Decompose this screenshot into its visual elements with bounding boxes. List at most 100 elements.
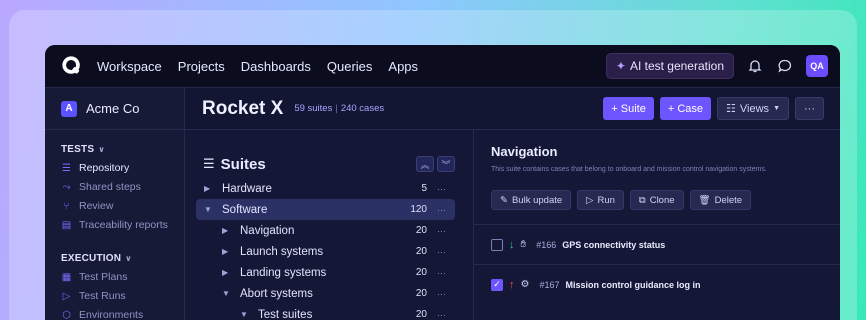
caret-down-icon[interactable]: ▼ [240, 310, 250, 319]
execution-section-header[interactable]: EXECUTION ∨ [45, 235, 184, 268]
suite-tree-item[interactable]: ▼ Abort systems 20 ··· [196, 283, 455, 304]
ai-button-label: AI test generation [629, 59, 724, 73]
caret-right-icon[interactable]: ▶ [222, 247, 232, 256]
nav-projects[interactable]: Projects [178, 59, 225, 74]
tests-header-label: TESTS [61, 144, 95, 155]
bulk-actions: ✎ Bulk update ▷ Run ⧉ Clone 🗑︎ Delete [474, 173, 840, 210]
sidebar-item-environments[interactable]: ⬡ Environments [45, 306, 184, 320]
sidebar-item-label: Traceability reports [79, 219, 168, 231]
ai-test-generation-button[interactable]: ✦ AI test generation [605, 53, 734, 79]
suites-title: Suites [220, 155, 266, 173]
suite-detail-header: Navigation This suite contains cases tha… [474, 130, 840, 173]
suite-label: Navigation [240, 224, 295, 237]
nav-workspace[interactable]: Workspace [97, 59, 162, 74]
sidebar-item-shared-steps[interactable]: ⤳ Shared steps [45, 178, 184, 197]
ellipsis-icon[interactable]: ··· [437, 289, 446, 299]
add-case-button[interactable]: + Case [659, 97, 712, 120]
org-badge: A [61, 100, 77, 117]
sidebar-item-label: Environments [79, 309, 144, 320]
caret-down-icon[interactable]: ▼ [222, 289, 232, 298]
copy-icon: ⧉ [638, 194, 646, 206]
sidebar-item-label: Shared steps [79, 181, 141, 193]
ellipsis-icon[interactable]: ··· [437, 205, 446, 215]
add-suite-button[interactable]: + Suite [603, 97, 654, 120]
sidebar-item-label: Repository [79, 162, 130, 174]
sidebar-item-label: Test Runs [79, 290, 126, 302]
case-checkbox-checked[interactable]: ✓ [491, 278, 503, 291]
case-row[interactable]: ✓ ↑ ⚙ #167 Mission control guidance log … [474, 264, 840, 304]
delete-button[interactable]: 🗑︎ Delete [689, 190, 752, 210]
sidebar-item-test-runs[interactable]: ▷ Test Runs [45, 287, 184, 306]
hamburger-icon[interactable]: ☰ [203, 156, 215, 172]
sidebar-item-test-plans[interactable]: ▦ Test Plans [45, 268, 184, 287]
suite-label: Abort systems [240, 287, 313, 300]
header-actions: + Suite + Case ☷ Views ▼ ··· [603, 97, 840, 120]
nav-dashboards[interactable]: Dashboards [241, 59, 311, 74]
expand-collapse-controls: ︽ ︾ [416, 156, 455, 172]
case-name: GPS connectivity status [562, 239, 666, 250]
user-avatar[interactable]: QA [806, 55, 828, 77]
tests-section-header[interactable]: TESTS ∨ [45, 130, 184, 159]
pencil-icon: ✎ [500, 194, 508, 206]
notifications-bell-icon[interactable] [746, 57, 764, 75]
play-icon: ▷ [62, 290, 71, 302]
collapse-all-icon[interactable]: ︽ [416, 156, 434, 172]
suite-tree-item[interactable]: ▶ Hardware 5 ··· [196, 178, 455, 199]
cases-count: 240 cases [340, 103, 385, 114]
hand-icon: ✋︎ [520, 239, 527, 250]
nav-queries[interactable]: Queries [327, 59, 373, 74]
suites-panel: ☰ Suites ︽ ︾ ▶ Hardware 5 ··· ▼ Software 120 ··… [185, 130, 474, 320]
sidebar-item-repository[interactable]: ☰ Repository [45, 159, 184, 178]
ellipsis-icon: ··· [804, 102, 815, 115]
views-button[interactable]: ☷ Views ▼ [717, 97, 789, 120]
top-navigation-bar: Workspace Projects Dashboards Queries Ap… [45, 45, 840, 88]
delete-label: Delete [714, 194, 743, 206]
caret-right-icon[interactable]: ▶ [222, 268, 232, 277]
views-icon: ☷ [726, 103, 736, 115]
suite-case-count: 20 [415, 225, 427, 236]
suites-count: 59 suites [294, 103, 333, 114]
case-id: #167 [539, 279, 560, 290]
trash-icon: 🗑︎ [698, 194, 711, 206]
chevron-down-icon: ∨ [125, 254, 132, 263]
suite-tree-item[interactable]: ▶ Launch systems 20 ··· [196, 241, 455, 262]
suite-case-count: 20 [415, 267, 427, 278]
sidebar-item-traceability-reports[interactable]: ▤ Traceability reports [45, 216, 184, 235]
suite-tree-item[interactable]: ▶ Landing systems 20 ··· [196, 262, 455, 283]
case-id: #166 [536, 239, 557, 250]
suite-tree-item[interactable]: ▶ Navigation 20 ··· [196, 220, 455, 241]
ellipsis-icon[interactable]: ··· [437, 247, 446, 257]
suite-tree-item[interactable]: ▼ Software 120 ··· [196, 199, 455, 220]
execution-header-label: EXECUTION [61, 253, 122, 264]
ellipsis-icon[interactable]: ··· [437, 268, 446, 278]
expand-all-icon[interactable]: ︾ [437, 156, 455, 172]
nav-apps[interactable]: Apps [388, 59, 418, 74]
clone-button[interactable]: ⧉ Clone [629, 190, 684, 210]
suite-tree-item[interactable]: ▼ Test suites 20 ··· [196, 304, 455, 320]
bulk-update-button[interactable]: ✎ Bulk update [491, 190, 572, 210]
ellipsis-icon[interactable]: ··· [437, 310, 446, 320]
org-switcher[interactable]: A Acme Co [45, 88, 184, 130]
caret-down-icon[interactable]: ▼ [204, 205, 214, 214]
chevron-down-icon: ∨ [98, 145, 105, 154]
ellipsis-icon[interactable]: ··· [437, 226, 446, 236]
run-button[interactable]: ▷ Run [577, 190, 624, 210]
suites-panel-header: ☰ Suites ︽ ︾ [185, 130, 473, 178]
caret-right-icon[interactable]: ▶ [222, 226, 232, 235]
case-row[interactable]: ↓ ✋︎ #166 GPS connectivity status [474, 224, 840, 264]
case-name: Mission control guidance log in [565, 279, 701, 290]
more-options-button[interactable]: ··· [795, 97, 824, 120]
sidebar-item-review[interactable]: ⑂ Review [45, 197, 184, 216]
topbar-right: ✦ AI test generation QA [605, 53, 828, 79]
report-icon: ▤ [61, 219, 72, 231]
clone-label: Clone [649, 194, 675, 206]
sidebar-item-label: Review [79, 200, 114, 212]
main-nav: Workspace Projects Dashboards Queries Ap… [97, 59, 418, 74]
suite-case-count: 20 [415, 288, 427, 299]
chat-icon[interactable] [776, 57, 794, 75]
case-checkbox[interactable] [491, 238, 503, 251]
ellipsis-icon[interactable]: ··· [437, 184, 446, 194]
app-logo-icon[interactable] [61, 55, 83, 77]
sidebar-item-label: Test Plans [79, 271, 128, 283]
caret-right-icon[interactable]: ▶ [204, 184, 214, 193]
